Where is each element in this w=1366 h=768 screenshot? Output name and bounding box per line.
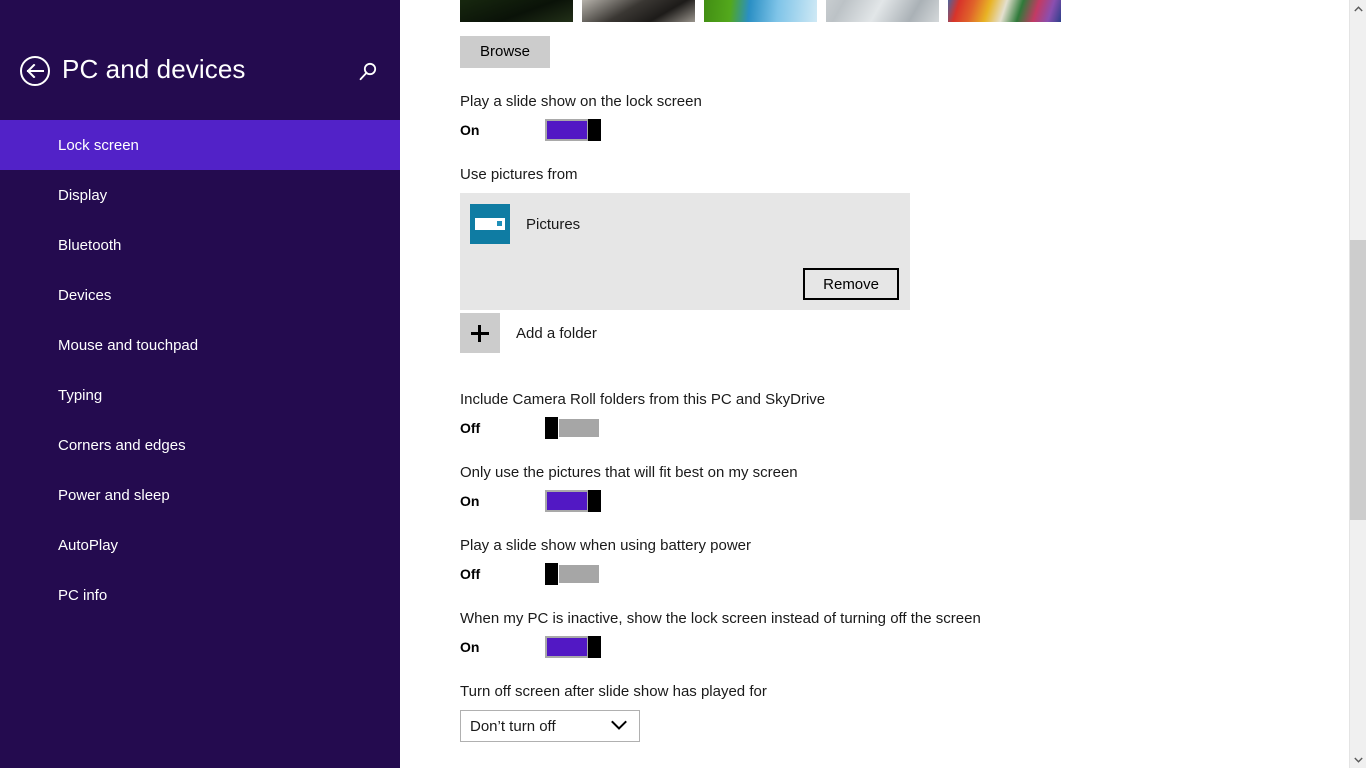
turn-off-screen-dropdown[interactable]: Don’t turn off xyxy=(460,710,640,742)
scrollbar-thumb[interactable] xyxy=(1350,240,1366,520)
camera-roll-toggle[interactable] xyxy=(545,417,601,439)
toggle-state-label: On xyxy=(460,122,480,138)
sidebar-header: PC and devices xyxy=(0,0,400,120)
thumbnail-image[interactable] xyxy=(582,0,695,22)
sidebar-item-autoplay[interactable]: AutoPlay xyxy=(0,520,400,570)
sidebar-item-devices[interactable]: Devices xyxy=(0,270,400,320)
toggle-row: On xyxy=(460,636,1366,658)
sidebar-item-display[interactable]: Display xyxy=(0,170,400,220)
browse-button[interactable]: Browse xyxy=(460,36,550,68)
setting-turn-off-screen: Turn off screen after slide show has pla… xyxy=(460,683,1366,742)
battery-power-toggle[interactable] xyxy=(545,563,601,585)
folders-panel: Pictures Remove xyxy=(460,193,910,310)
toggle-state-label: Off xyxy=(460,420,481,436)
toggle-knob xyxy=(545,563,558,585)
sidebar: PC and devices Lock screen Display Bluetoo… xyxy=(0,0,400,768)
toggle-track xyxy=(557,417,601,439)
sidebar-item-corners-and-edges[interactable]: Corners and edges xyxy=(0,420,400,470)
setting-label: Play a slide show on the lock screen xyxy=(460,93,702,110)
sidebar-item-bluetooth[interactable]: Bluetooth xyxy=(0,220,400,270)
setting-label: Only use the pictures that will fit best… xyxy=(460,464,798,481)
sidebar-item-typing[interactable]: Typing xyxy=(0,370,400,420)
setting-label: Play a slide show when using battery pow… xyxy=(460,537,751,554)
setting-label: Include Camera Roll folders from this PC… xyxy=(460,391,826,408)
sidebar-item-label: Display xyxy=(58,186,108,204)
chevron-down-icon[interactable] xyxy=(1350,751,1366,768)
slideshow-toggle[interactable] xyxy=(545,119,601,141)
sidebar-item-lock-screen[interactable]: Lock screen xyxy=(0,120,400,170)
add-folder-row[interactable]: Add a folder xyxy=(460,313,1366,353)
folder-name-label: Pictures xyxy=(526,215,581,233)
back-arrow-icon[interactable] xyxy=(20,56,50,86)
toggle-knob xyxy=(545,417,558,439)
setting-label: When my PC is inactive, show the lock sc… xyxy=(460,610,981,627)
toggle-knob xyxy=(588,636,601,658)
plus-icon[interactable] xyxy=(460,313,500,353)
sidebar-item-power-and-sleep[interactable]: Power and sleep xyxy=(0,470,400,520)
toggle-track xyxy=(545,636,589,658)
sidebar-item-mouse-and-touchpad[interactable]: Mouse and touchpad xyxy=(0,320,400,370)
toggle-row: On xyxy=(460,490,1366,512)
search-icon[interactable] xyxy=(354,58,382,86)
sidebar-item-label: Bluetooth xyxy=(58,236,122,254)
toggle-row: On xyxy=(460,119,1366,141)
toggle-state-label: On xyxy=(460,493,480,509)
pictures-icon-dot xyxy=(497,221,502,226)
sidebar-item-label: PC info xyxy=(58,586,108,604)
chevron-up-icon[interactable] xyxy=(1350,0,1366,17)
setting-inactive-lock: When my PC is inactive, show the lock sc… xyxy=(460,610,1366,658)
lock-screen-thumbnails xyxy=(460,0,1366,22)
toggle-state-label: Off xyxy=(460,566,481,582)
chevron-down-icon xyxy=(611,718,627,735)
setting-label: Use pictures from xyxy=(460,166,578,183)
setting-slideshow: Play a slide show on the lock screen On xyxy=(460,93,1366,141)
toggle-row: Off xyxy=(460,417,1366,439)
dropdown-selected-value: Don’t turn off xyxy=(470,717,556,735)
settings-window: PC and devices Lock screen Display Bluetoo… xyxy=(0,0,1366,768)
setting-camera-roll: Include Camera Roll folders from this PC… xyxy=(460,391,1366,439)
remove-button[interactable]: Remove xyxy=(803,268,899,300)
inactive-lock-toggle[interactable] xyxy=(545,636,601,658)
toggle-knob xyxy=(588,490,601,512)
sidebar-nav: Lock screen Display Bluetooth Devices Mouse … xyxy=(0,120,400,620)
sidebar-item-label: Corners and edges xyxy=(58,436,186,454)
thumbnail-image[interactable] xyxy=(948,0,1061,22)
sidebar-item-label: Typing xyxy=(58,386,103,404)
sidebar-item-label: Mouse and touchpad xyxy=(58,336,199,354)
toggle-track xyxy=(545,119,589,141)
thumbnail-image[interactable] xyxy=(826,0,939,22)
page-title: PC and devices xyxy=(62,54,246,84)
setting-label: Turn off screen after slide show has pla… xyxy=(460,683,767,700)
setting-use-pictures-from: Use pictures from Pictures Remove Add a … xyxy=(460,166,1366,353)
sidebar-item-pc-info[interactable]: PC info xyxy=(0,570,400,620)
pictures-library-icon xyxy=(470,204,510,244)
folder-list-item[interactable]: Pictures xyxy=(460,193,910,244)
add-folder-label: Add a folder xyxy=(516,324,597,342)
toggle-state-label: On xyxy=(460,639,480,655)
toggle-knob xyxy=(588,119,601,141)
content-area: Browse Play a slide show on the lock scr… xyxy=(400,0,1366,768)
sidebar-item-label: Power and sleep xyxy=(58,486,170,504)
sidebar-item-label: Lock screen xyxy=(58,136,139,154)
setting-fit-best: Only use the pictures that will fit best… xyxy=(460,464,1366,512)
thumbnail-image[interactable] xyxy=(460,0,573,22)
setting-battery-power: Play a slide show when using battery pow… xyxy=(460,537,1366,585)
toggle-track xyxy=(545,490,589,512)
toggle-track xyxy=(557,563,601,585)
sidebar-item-label: Devices xyxy=(58,286,112,304)
sidebar-item-label: AutoPlay xyxy=(58,536,119,554)
thumbnail-image[interactable] xyxy=(704,0,817,22)
vertical-scrollbar[interactable] xyxy=(1349,0,1366,768)
toggle-row: Off xyxy=(460,563,1366,585)
fit-best-toggle[interactable] xyxy=(545,490,601,512)
